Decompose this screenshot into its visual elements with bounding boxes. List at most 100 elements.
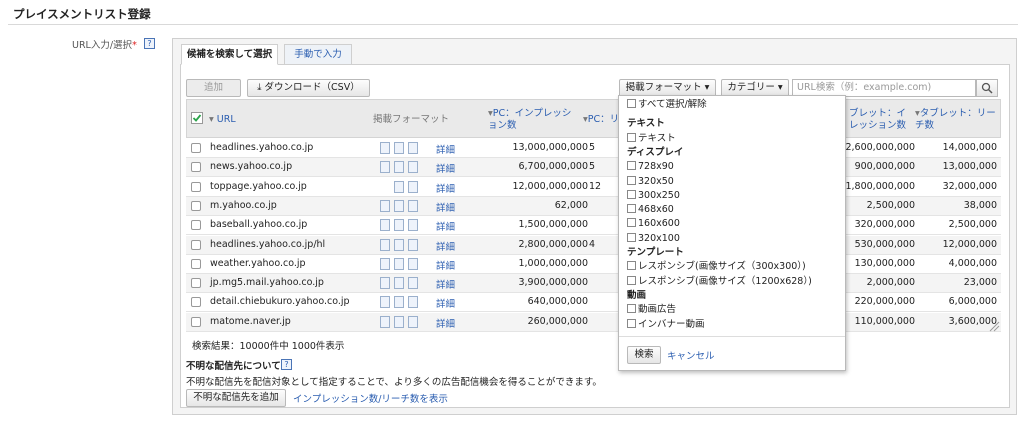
checkbox-icon[interactable] [627, 99, 636, 108]
format-option[interactable]: 動画広告 [627, 304, 676, 316]
tablet-impressions: 2,500,000 [866, 199, 915, 211]
detail-link[interactable]: 詳細 [436, 296, 455, 310]
resize-handle-icon[interactable] [988, 320, 1000, 332]
row-checkbox[interactable] [191, 143, 201, 153]
table-row[interactable]: toppage.yahoo.co.jp 詳細 12,000,000,000 12 1,8… [186, 177, 1001, 197]
detail-link[interactable]: 詳細 [436, 219, 455, 233]
detail-link[interactable]: 詳細 [436, 316, 455, 330]
checkbox-icon[interactable] [627, 204, 636, 214]
checkbox-icon[interactable] [627, 161, 636, 171]
table-row[interactable]: headlines.yahoo.co.jp 詳細 13,000,000,000 5 2,… [186, 139, 1001, 158]
checkbox-icon[interactable] [627, 275, 636, 285]
format-option[interactable]: 468x60 [627, 204, 674, 216]
pc-reach-header[interactable]: ▾PC：リ [583, 114, 619, 126]
format-icon [380, 315, 390, 328]
checkbox-icon[interactable] [627, 318, 636, 328]
pc-impressions: 62,000 [554, 199, 588, 211]
tab-search-select[interactable]: 候補を検索して選択 [181, 44, 278, 65]
help-icon[interactable]: ? [281, 359, 292, 370]
checkbox-icon[interactable] [627, 189, 636, 199]
url-header-label: URL [216, 114, 236, 125]
table-row[interactable]: headlines.yahoo.co.jp/hl 詳細 2,800,000,000 4… [186, 235, 1001, 255]
tab-manual-input[interactable]: 手動で入力 [284, 44, 352, 65]
row-checkbox[interactable] [191, 316, 201, 327]
table-row[interactable]: matome.naver.jp 詳細 260,000,000 110,000,000 3… [186, 312, 1001, 332]
format-icon [394, 161, 404, 174]
add-button[interactable]: 追加 [186, 79, 241, 97]
tab-reach-label-1: タブレット：リー [919, 108, 996, 119]
menu-cancel-link[interactable]: キャンセル [667, 348, 715, 362]
format-option[interactable]: レスポンシブ(画像サイズ（1200x628）) [627, 275, 812, 288]
detail-link[interactable]: 詳細 [436, 258, 455, 272]
table-row[interactable]: detail.chiebukuro.yahoo.co.jp 詳細 640,000,0… [186, 293, 1001, 313]
checkbox-icon[interactable] [627, 304, 636, 314]
row-checkbox[interactable] [191, 239, 201, 250]
add-unknown-button[interactable]: 不明な配信先を追加 [186, 389, 286, 407]
menu-search-button[interactable]: 検索 [627, 346, 661, 364]
checkbox-icon[interactable] [627, 232, 636, 242]
checkbox-icon[interactable] [627, 261, 636, 271]
tablet-reach-header[interactable]: ▾タブレット：リー チ数 [915, 108, 1001, 132]
table-row[interactable]: weather.yahoo.co.jp 詳細 1,000,000,000 130,00… [186, 254, 1001, 274]
format-icon [408, 180, 418, 193]
row-checkbox[interactable] [191, 162, 201, 173]
tab-imp-label-2: レッション数 [849, 120, 907, 131]
pc-impressions-header[interactable]: ▾PC：インプレッシ ョン数 [488, 108, 583, 132]
detail-link[interactable]: 詳細 [436, 239, 455, 253]
table-row[interactable]: news.yahoo.co.jp 詳細 6,700,000,000 5 900,000,… [186, 158, 1001, 178]
detail-link[interactable]: 詳細 [436, 200, 455, 214]
row-checkbox[interactable] [191, 200, 201, 211]
format-option[interactable]: 160x600 [627, 218, 680, 230]
row-checkbox[interactable] [191, 258, 201, 269]
format-icon [408, 219, 418, 232]
format-icon [394, 315, 404, 328]
format-option[interactable]: 320x100 [627, 232, 680, 245]
format-option[interactable]: レスポンシブ(画像サイズ（300x300）) [627, 261, 806, 273]
row-checkbox[interactable] [191, 278, 201, 289]
format-icons [380, 296, 425, 309]
detail-link[interactable]: 詳細 [436, 181, 455, 195]
tablet-impressions-header[interactable]: ブレット：イ レッション数 [849, 108, 911, 132]
tablet-impressions: 110,000,000 [854, 315, 915, 327]
search-button[interactable] [976, 79, 998, 97]
table-row[interactable]: baseball.yahoo.co.jp 詳細 1,500,000,000 320,0… [186, 216, 1001, 236]
download-csv-button[interactable]: ⤓ ダウンロード（CSV） [247, 79, 370, 97]
checkbox-icon[interactable] [627, 175, 636, 185]
show-impressions-link[interactable]: インプレッション数/リーチ数を表示 [293, 391, 448, 405]
row-url: headlines.yahoo.co.jp/hl [210, 238, 326, 250]
format-option[interactable]: 728x90 [627, 161, 674, 173]
tablet-reach: 13,000,000 [942, 161, 997, 173]
table-row[interactable]: jp.mg5.mail.yahoo.co.jp 詳細 3,900,000,000 2,… [186, 274, 1001, 294]
format-icon [408, 199, 418, 212]
select-all-check-icon[interactable] [191, 112, 203, 124]
format-option[interactable]: インバナー動画 [627, 318, 705, 331]
row-checkbox[interactable] [191, 220, 201, 231]
tablet-reach: 2,500,000 [948, 219, 997, 231]
format-icon [394, 199, 404, 212]
format-icon [408, 238, 418, 251]
tablet-impressions: 1,800,000,000 [845, 180, 915, 192]
url-column-header[interactable]: ▾ URL [209, 114, 236, 126]
tablet-reach: 6,000,000 [948, 296, 997, 308]
help-icon[interactable]: ? [144, 38, 155, 49]
detail-link[interactable]: 詳細 [436, 142, 455, 156]
table-row[interactable]: m.yahoo.co.jp 詳細 62,000 2,500,000 38,000 [186, 196, 1001, 216]
tablet-reach: 23,000 [963, 277, 997, 289]
format-option[interactable]: 320x50 [627, 175, 674, 188]
detail-link[interactable]: 詳細 [436, 277, 455, 291]
tablet-impressions: 530,000,000 [854, 238, 915, 250]
checkbox-icon[interactable] [627, 218, 636, 228]
format-option[interactable]: テキスト [627, 132, 676, 145]
format-icon [394, 257, 404, 270]
pc-reach: 4 [589, 238, 596, 250]
format-option-label: 320x50 [638, 175, 674, 187]
table-header: ▾ URL 掲載フォーマット ▾PC：インプレッシ ョン数 ▾PC：リ ブレット：… [186, 99, 1001, 138]
row-url: m.yahoo.co.jp [210, 199, 277, 211]
row-checkbox[interactable] [191, 181, 201, 192]
checkbox-icon[interactable] [627, 132, 636, 142]
select-all-option[interactable]: すべて選択/解除 [627, 99, 707, 111]
row-checkbox[interactable] [191, 297, 201, 308]
format-option[interactable]: 300x250 [627, 189, 680, 202]
detail-link[interactable]: 詳細 [436, 161, 455, 175]
tablet-impressions: 900,000,000 [854, 161, 915, 173]
